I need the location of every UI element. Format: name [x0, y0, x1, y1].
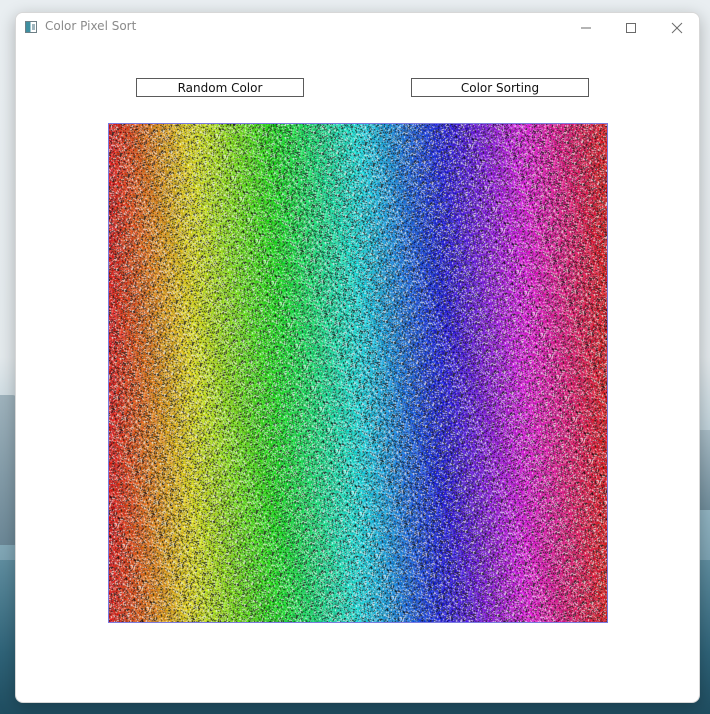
window-title: Color Pixel Sort — [45, 19, 137, 33]
close-button[interactable] — [654, 13, 699, 43]
maximize-icon — [626, 23, 636, 33]
pixel-canvas-frame — [108, 123, 608, 623]
pixel-canvas[interactable] — [109, 124, 607, 622]
color-sorting-button[interactable]: Color Sorting — [411, 78, 589, 97]
title-bar[interactable]: Color Pixel Sort — [16, 13, 699, 43]
app-icon — [25, 21, 37, 33]
maximize-button[interactable] — [608, 13, 654, 43]
random-color-button[interactable]: Random Color — [136, 78, 304, 97]
minimize-button[interactable] — [563, 13, 609, 43]
close-icon — [671, 22, 683, 34]
minimize-icon — [581, 27, 591, 29]
app-window: Color Pixel Sort Random Color Color Sort… — [15, 12, 700, 703]
